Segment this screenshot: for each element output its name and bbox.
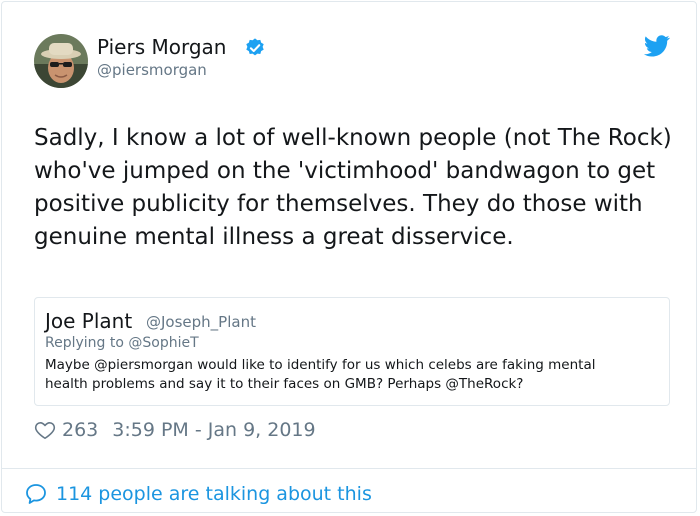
quoted-author-handle[interactable]: @Joseph_Plant	[146, 313, 256, 331]
tweet-meta: 263 3:59 PM - Jan 9, 2019	[34, 416, 316, 444]
author-name[interactable]: Piers Morgan	[97, 34, 226, 60]
divider	[2, 468, 696, 469]
author-handle[interactable]: @piersmorgan	[97, 61, 207, 79]
tweet-text: Sadly, I know a lot of well-known people…	[34, 125, 672, 250]
verified-badge-icon	[246, 38, 264, 56]
talking-label[interactable]: 114 people are talking about this	[56, 483, 372, 505]
twitter-bird-icon[interactable]	[644, 35, 670, 57]
tweet-card: Piers Morgan @piersmorgan Sadly, I know …	[1, 1, 697, 513]
quoted-author-name[interactable]: Joe Plant	[45, 308, 132, 334]
quoted-tweet[interactable]: Joe Plant @Joseph_Plant Replying to @Sop…	[34, 297, 670, 406]
timestamp[interactable]: 3:59 PM - Jan 9, 2019	[112, 419, 315, 441]
conversation-link[interactable]: 114 people are talking about this	[24, 480, 372, 508]
quoted-tweet-text: Maybe @piersmorgan would like to identif…	[45, 357, 596, 392]
speech-bubble-icon	[26, 484, 46, 504]
quoted-replying-to: Replying to @SophieT	[45, 335, 199, 351]
like-count[interactable]: 263	[62, 419, 98, 441]
heart-icon[interactable]	[34, 419, 56, 441]
avatar[interactable]	[34, 34, 88, 88]
